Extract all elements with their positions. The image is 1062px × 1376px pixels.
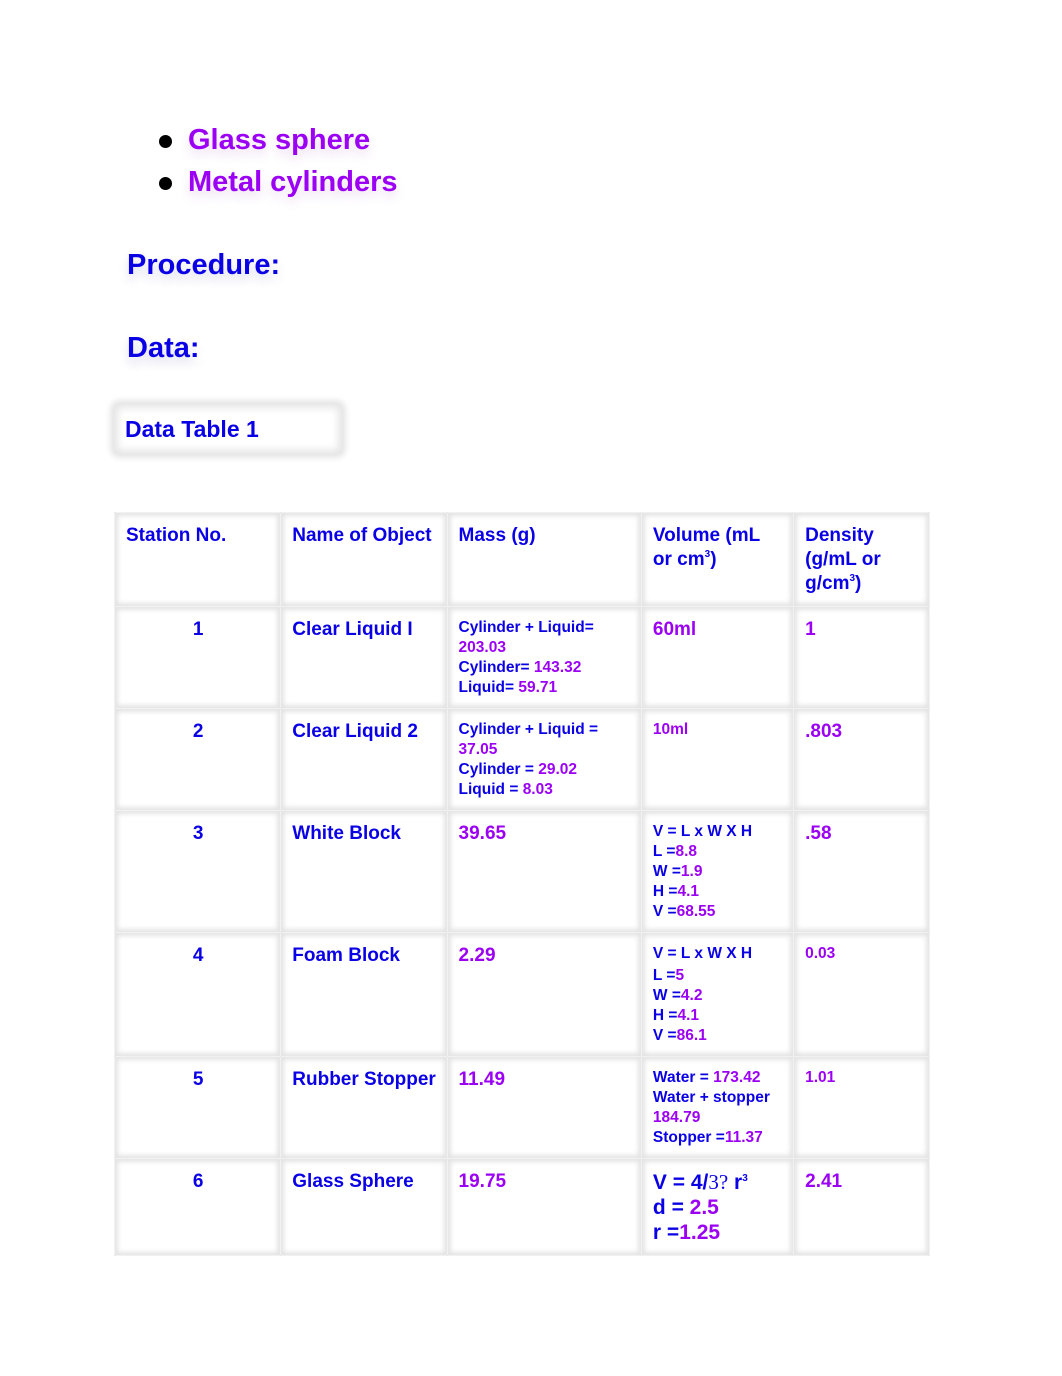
name-cell: Glass Sphere <box>280 1158 448 1256</box>
table-row: 6 Glass Sphere 19.75 V = 4/3? r3 d = 2.5… <box>113 1158 930 1256</box>
bullet-icon <box>159 135 172 148</box>
bullet-icon <box>159 177 172 190</box>
table-caption: Data Table 1 <box>125 416 259 442</box>
data-table-container: Station No. Name of Object Mass (g) Volu… <box>113 512 930 1256</box>
density-cell: 2.41 <box>793 1158 930 1256</box>
station-cell: 2 <box>113 708 282 811</box>
header-name: Name of Object <box>280 512 448 607</box>
table-caption-box: Data Table 1 <box>114 404 342 454</box>
density-cell: 1 <box>793 606 930 709</box>
station-cell: 4 <box>113 932 282 1057</box>
name-cell: Clear Liquid 2 <box>280 708 448 811</box>
table-row: 5 Rubber Stopper 11.49 Water = 173.42 Wa… <box>113 1056 930 1159</box>
density-cell: 1.01 <box>793 1056 930 1159</box>
name-cell: White Block <box>280 810 448 933</box>
volume-cell: 60ml <box>640 606 795 709</box>
list-item: Glass sphere <box>158 122 398 164</box>
header-station: Station No. <box>113 512 282 607</box>
materials-list: Glass sphere Metal cylinders <box>158 122 398 206</box>
station-cell: 3 <box>113 810 282 933</box>
station-cell: 1 <box>113 606 282 709</box>
sphere-volume-formula: V = 4/3? r3 <box>652 1170 748 1194</box>
mass-cell: Cylinder + Liquid= 203.03 Cylinder= 143.… <box>446 606 642 709</box>
name-cell: Rubber Stopper <box>280 1056 448 1159</box>
density-cell: .803 <box>793 708 930 811</box>
table-row: 3 White Block 39.65 V = L x W X H L =8.8… <box>113 810 930 933</box>
mass-cell: 11.49 <box>446 1056 642 1159</box>
procedure-heading: Procedure: <box>127 249 281 281</box>
material-label: Metal cylinders <box>188 166 398 198</box>
material-label: Glass sphere <box>188 124 371 156</box>
table-header-row: Station No. Name of Object Mass (g) Volu… <box>113 512 930 607</box>
header-volume: Volume (mL or cm3) <box>640 512 795 607</box>
mass-cell: 19.75 <box>446 1158 642 1256</box>
header-mass: Mass (g) <box>446 512 642 607</box>
data-heading: Data: <box>127 332 200 364</box>
table-row: 4 Foam Block 2.29 V = L x W X H L =5 W =… <box>113 932 930 1057</box>
volume-cell: 10ml <box>640 708 795 811</box>
volume-cell: V = 4/3? r3 d = 2.5 r =1.25 <box>640 1158 795 1256</box>
mass-cell: 2.29 <box>446 932 642 1057</box>
name-cell: Foam Block <box>280 932 448 1057</box>
name-cell: Clear Liquid I <box>280 606 448 709</box>
volume-cell: V = L x W X H L =8.8 W =1.9 H =4.1 V =68… <box>640 810 795 933</box>
station-cell: 5 <box>113 1056 282 1159</box>
mass-cell: Cylinder + Liquid = 37.05 Cylinder = 29.… <box>446 708 642 811</box>
header-density: Density (g/mL or g/cm3) <box>793 512 930 607</box>
table-row: 2 Clear Liquid 2 Cylinder + Liquid = 37.… <box>113 708 930 811</box>
volume-cell: V = L x W X H L =5 W =4.2 H =4.1 V =86.1 <box>640 932 795 1057</box>
mass-cell: 39.65 <box>446 810 642 933</box>
density-cell: 0.03 <box>793 932 930 1057</box>
density-cell: .58 <box>793 810 930 933</box>
data-table: Station No. Name of Object Mass (g) Volu… <box>113 512 930 1256</box>
volume-cell: Water = 173.42 Water + stopper 184.79 St… <box>640 1056 795 1159</box>
table-row: 1 Clear Liquid I Cylinder + Liquid= 203.… <box>113 606 930 709</box>
list-item: Metal cylinders <box>158 164 398 206</box>
station-cell: 6 <box>113 1158 282 1256</box>
